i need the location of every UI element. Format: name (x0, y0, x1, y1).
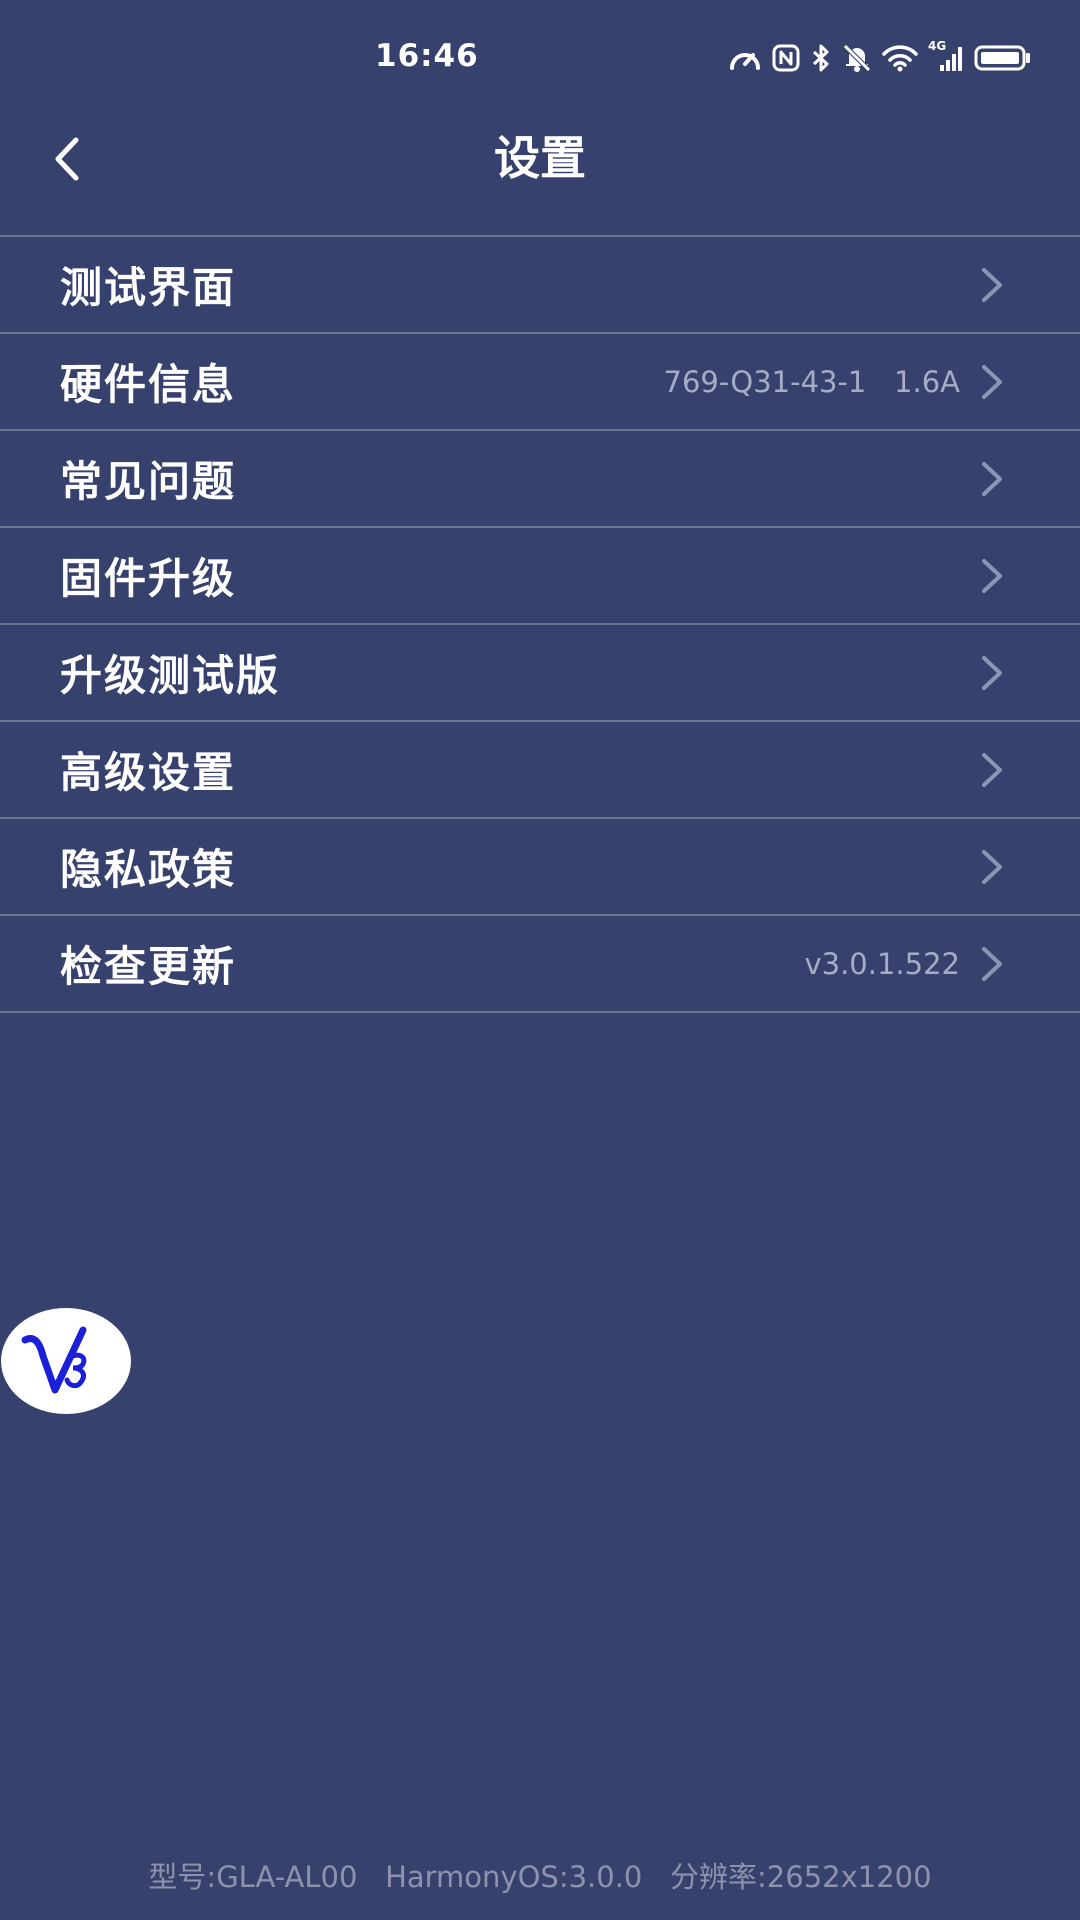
floating-logo-button[interactable] (1, 1308, 131, 1414)
chevron-right-icon (982, 753, 1002, 787)
battery-icon (974, 44, 1032, 72)
menu-item-label: 测试界面 (60, 263, 237, 312)
v3-logo-icon (21, 1326, 87, 1394)
menu-item-label: 升级测试版 (60, 651, 281, 700)
menu-item-faq[interactable]: 常见问题 (0, 431, 1080, 528)
menu-item-hardware-info[interactable]: 硬件信息 769-Q31-43-1 1.6A (0, 334, 1080, 431)
4g-signal-icon: 4G (928, 39, 964, 73)
chevron-right-icon (982, 656, 1002, 690)
menu-item-firmware-upgrade[interactable]: 固件升级 (0, 528, 1080, 625)
status-time: 16:46 (375, 38, 479, 74)
app-version-value: v3.0.1.522 (804, 946, 960, 981)
title-bar: 设置 (0, 110, 1080, 236)
device-info-footer: 型号:GLA-AL00 HarmonyOS:3.0.0 分辨率:2652x120… (148, 1860, 932, 1894)
chevron-right-icon (982, 559, 1002, 593)
chevron-right-icon (982, 268, 1002, 302)
speed-meter-icon (728, 44, 762, 72)
chevron-right-icon (982, 365, 1002, 399)
menu-item-privacy-policy[interactable]: 隐私政策 (0, 819, 1080, 916)
menu-item-label: 隐私政策 (60, 845, 237, 894)
chevron-right-icon (982, 850, 1002, 884)
hardware-version-value: 769-Q31-43-1 1.6A (663, 364, 961, 399)
nfc-icon (772, 44, 800, 72)
menu-item-upgrade-beta[interactable]: 升级测试版 (0, 625, 1080, 722)
bluetooth-icon (810, 43, 832, 73)
chevron-right-icon (982, 947, 1002, 981)
menu-item-label: 检查更新 (60, 942, 237, 991)
mute-bell-icon (842, 43, 872, 73)
menu-item-advanced-settings[interactable]: 高级设置 (0, 722, 1080, 819)
status-icons: 4G (728, 39, 1032, 76)
status-bar: 16:46 4G (0, 0, 1080, 110)
menu-item-label: 固件升级 (60, 554, 237, 603)
menu-item-check-update[interactable]: 检查更新 v3.0.1.522 (0, 916, 1080, 1013)
wifi-icon (882, 44, 918, 72)
page-title: 设置 (494, 131, 586, 185)
settings-menu: 测试界面 硬件信息 769-Q31-43-1 1.6A 常见问题 固件升级 升级… (0, 235, 1080, 1013)
chevron-right-icon (982, 462, 1002, 496)
menu-item-label: 高级设置 (60, 748, 237, 797)
menu-item-test-interface[interactable]: 测试界面 (0, 237, 1080, 334)
menu-item-label: 硬件信息 (60, 360, 237, 409)
menu-item-label: 常见问题 (60, 457, 237, 506)
